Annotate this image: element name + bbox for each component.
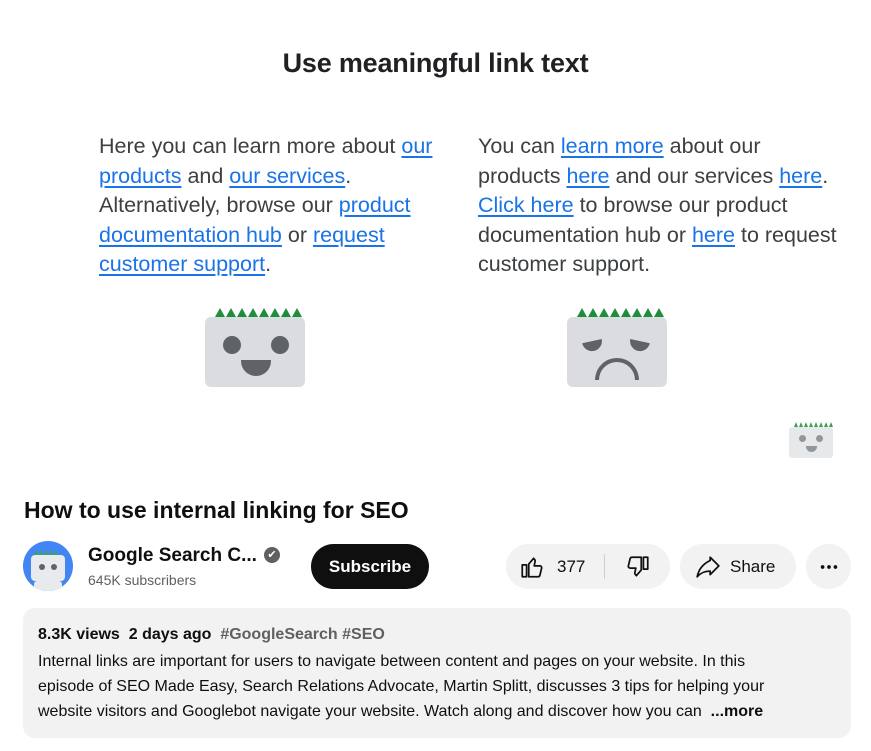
thumbs-down-icon <box>627 555 649 577</box>
happy-robot-icon <box>205 308 305 388</box>
description-meta: 8.3K views 2 days ago #GoogleSearch #SEO <box>38 625 836 645</box>
like-button[interactable]: 377 <box>506 544 603 589</box>
good-link-example: Here you can learn more about our produc… <box>99 134 433 276</box>
sad-robot-icon <box>567 308 667 388</box>
share-button[interactable]: Share <box>680 544 796 589</box>
subscriber-count: 645K subscribers <box>88 572 197 588</box>
more-actions-button[interactable] <box>806 544 851 589</box>
more-horizontal-icon <box>820 564 837 569</box>
share-label: Share <box>730 556 776 576</box>
like-dislike-group: 377 <box>506 544 670 589</box>
slide-title: Use meaningful link text <box>282 48 589 78</box>
channel-avatar[interactable] <box>23 541 73 591</box>
bad-link-example: You can learn more about our products he… <box>478 134 837 276</box>
description-text: Internal links are important for users t… <box>38 649 838 724</box>
description-box[interactable]: 8.3K views 2 days ago #GoogleSearch #SEO… <box>23 608 851 738</box>
thumbs-up-icon <box>521 556 543 578</box>
video-title: How to use internal linking for SEO <box>24 497 409 523</box>
like-divider <box>604 554 605 579</box>
view-count: 8.3K views <box>38 626 120 643</box>
like-count: 377 <box>557 556 586 576</box>
description-line: episode of SEO Made Easy, Search Relatio… <box>38 678 765 695</box>
subscribe-button[interactable]: Subscribe <box>311 544 429 589</box>
channel-name[interactable]: Google Search C... <box>88 545 257 567</box>
dislike-button[interactable] <box>606 544 670 589</box>
channel-watermark-icon[interactable] <box>789 422 833 458</box>
description-line: website visitors and Googlebot navigate … <box>38 703 764 720</box>
verified-badge-icon: ✔ <box>264 547 280 563</box>
share-arrow-icon <box>696 555 720 578</box>
video-player[interactable]: Use meaningful link text Here you can le… <box>0 0 871 478</box>
upload-age: 2 days ago <box>128 626 212 643</box>
description-line: Internal links are important for users t… <box>38 653 746 670</box>
show-more-link[interactable]: ...more <box>711 703 763 720</box>
hashtags[interactable]: #GoogleSearch #SEO <box>220 626 385 643</box>
